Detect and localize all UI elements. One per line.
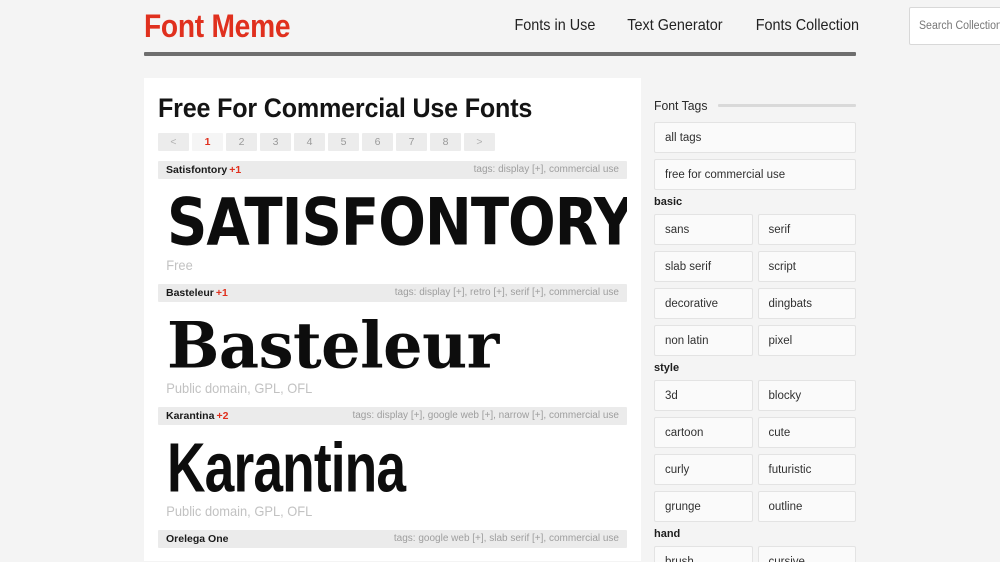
font-entry: Basteleur +1 tags: display [+], retro [+]… bbox=[158, 283, 627, 396]
sidebar-tag-dingbats[interactable]: dingbats bbox=[757, 288, 856, 319]
sidebar-tag-sans[interactable]: sans bbox=[654, 214, 753, 245]
sidebar-tag-free-for-commercial-use[interactable]: free for commercial use bbox=[654, 159, 856, 190]
site-logo[interactable]: Font Meme bbox=[144, 10, 291, 42]
pagination-prev[interactable]: < bbox=[158, 132, 189, 151]
nav-item-fonts-in-use[interactable]: Fonts in Use bbox=[515, 17, 596, 35]
pagination-page-5[interactable]: 5 bbox=[328, 132, 359, 151]
page-title: Free For Commercial Use Fonts bbox=[158, 93, 533, 123]
sidebar-tag-blocky[interactable]: blocky bbox=[757, 380, 856, 411]
font-specimen[interactable]: Karantina bbox=[158, 425, 627, 513]
sidebar-tag-brush[interactable]: brush bbox=[654, 546, 753, 562]
sidebar-group-label-basic: basic bbox=[654, 196, 683, 208]
sidebar-tag-script[interactable]: script bbox=[757, 251, 856, 282]
sidebar-title: Font Tags bbox=[654, 98, 708, 113]
font-license: Free bbox=[166, 256, 193, 273]
font-entry-bar: Basteleur +1 tags: display [+], retro [+]… bbox=[158, 283, 627, 302]
sidebar-tag-cartoon[interactable]: cartoon bbox=[654, 417, 753, 448]
pagination: < 1 2 3 4 5 6 7 8 > bbox=[158, 132, 627, 151]
header-divider bbox=[144, 52, 856, 56]
sidebar-group-label-hand: hand bbox=[654, 528, 681, 540]
sidebar-tag-slab-serif[interactable]: slab serif bbox=[654, 251, 753, 282]
font-license: Public domain, GPL, OFL bbox=[166, 379, 313, 396]
pagination-next[interactable]: > bbox=[464, 132, 495, 151]
sidebar-tag-pixel[interactable]: pixel bbox=[757, 325, 856, 356]
font-specimen[interactable]: SATISFONTORY bbox=[158, 179, 627, 267]
sidebar-tag-curly[interactable]: curly bbox=[654, 454, 753, 485]
header-inner: Font Meme Fonts in Use Text Generator Fo… bbox=[144, 0, 1000, 52]
font-entry: Satisfontory +1 tags: display [+], commer… bbox=[158, 160, 627, 273]
search-box[interactable] bbox=[908, 7, 1000, 45]
font-entry-tags[interactable]: tags: display [+], retro [+], serif [+],… bbox=[395, 287, 619, 298]
sidebar-tag-outline[interactable]: outline bbox=[757, 491, 856, 522]
sidebar-tag-cursive[interactable]: cursive bbox=[757, 546, 856, 562]
font-specimen-text: Basteleur bbox=[167, 307, 499, 383]
font-entry-tags[interactable]: tags: display [+], commercial use bbox=[474, 164, 619, 175]
font-variant-count[interactable]: +1 bbox=[216, 287, 228, 299]
sidebar-tag-grid-style: 3d blocky cartoon cute curly futuristic … bbox=[654, 380, 856, 522]
font-license: Public domain, GPL, OFL bbox=[166, 502, 313, 519]
pagination-page-7[interactable]: 7 bbox=[396, 132, 427, 151]
sidebar-header: Font Tags bbox=[654, 78, 856, 113]
main-content-card: Free For Commercial Use Fonts < 1 2 3 4 … bbox=[144, 78, 641, 561]
pagination-page-2[interactable]: 2 bbox=[226, 132, 257, 151]
font-entry-bar: Orelega One tags: google web [+], slab s… bbox=[158, 529, 627, 548]
sidebar-tag-cute[interactable]: cute bbox=[757, 417, 856, 448]
font-entry-tags[interactable]: tags: google web [+], slab serif [+], co… bbox=[394, 533, 619, 544]
font-name-text: Karantina bbox=[166, 409, 215, 422]
sidebar-tag-grunge[interactable]: grunge bbox=[654, 491, 753, 522]
page-body: Free For Commercial Use Fonts < 1 2 3 4 … bbox=[144, 78, 856, 562]
nav-item-text-generator[interactable]: Text Generator bbox=[627, 17, 722, 35]
sidebar-tag-decorative[interactable]: decorative bbox=[654, 288, 753, 319]
font-specimen-text: Karantina bbox=[167, 429, 406, 507]
sidebar-tag-futuristic[interactable]: futuristic bbox=[757, 454, 856, 485]
font-entry-name[interactable]: Orelega One bbox=[166, 533, 230, 545]
font-name-text: Basteleur bbox=[166, 286, 214, 299]
font-entry: Orelega One tags: google web [+], slab s… bbox=[158, 529, 627, 548]
pagination-page-8[interactable]: 8 bbox=[430, 132, 461, 151]
font-name-text: Satisfontory bbox=[166, 163, 228, 176]
font-entry-name[interactable]: Satisfontory +1 bbox=[166, 164, 241, 176]
font-entry-name[interactable]: Basteleur +1 bbox=[166, 287, 228, 299]
font-entry-name[interactable]: Karantina +2 bbox=[166, 410, 228, 422]
sidebar-tag-grid-hand: brush cursive calligraphy graffiti bbox=[654, 546, 856, 562]
sidebar-tag-grid-basic: sans serif slab serif script decorative … bbox=[654, 214, 856, 356]
pagination-page-4[interactable]: 4 bbox=[294, 132, 325, 151]
font-entry-tags[interactable]: tags: display [+], google web [+], narro… bbox=[352, 410, 619, 421]
sidebar: Font Tags all tags free for commercial u… bbox=[654, 78, 856, 562]
sidebar-tag-all-tags[interactable]: all tags bbox=[654, 122, 856, 153]
site-header: Font Meme Fonts in Use Text Generator Fo… bbox=[0, 0, 1000, 58]
font-variant-count[interactable]: +1 bbox=[229, 164, 241, 176]
pagination-page-6[interactable]: 6 bbox=[362, 132, 393, 151]
sidebar-tag-3d[interactable]: 3d bbox=[654, 380, 753, 411]
nav-item-fonts-collection[interactable]: Fonts Collection bbox=[756, 17, 859, 35]
font-entry-bar: Karantina +2 tags: display [+], google we… bbox=[158, 406, 627, 425]
font-specimen[interactable]: Basteleur bbox=[158, 302, 627, 390]
font-entry-bar: Satisfontory +1 tags: display [+], commer… bbox=[158, 160, 627, 179]
pagination-page-1[interactable]: 1 bbox=[192, 132, 223, 151]
font-entry: Karantina +2 tags: display [+], google we… bbox=[158, 406, 627, 519]
sidebar-tag-serif[interactable]: serif bbox=[757, 214, 856, 245]
font-specimen-text: SATISFONTORY bbox=[167, 184, 627, 260]
sidebar-group-label-style: style bbox=[654, 362, 680, 374]
main-nav: Fonts in Use Text Generator Fonts Collec… bbox=[510, 7, 1000, 45]
sidebar-tag-non-latin[interactable]: non latin bbox=[654, 325, 753, 356]
pagination-page-3[interactable]: 3 bbox=[260, 132, 291, 151]
sidebar-divider bbox=[717, 104, 856, 107]
font-name-text: Orelega One bbox=[166, 532, 229, 545]
font-variant-count[interactable]: +2 bbox=[216, 410, 228, 422]
search-input[interactable] bbox=[918, 20, 1000, 32]
